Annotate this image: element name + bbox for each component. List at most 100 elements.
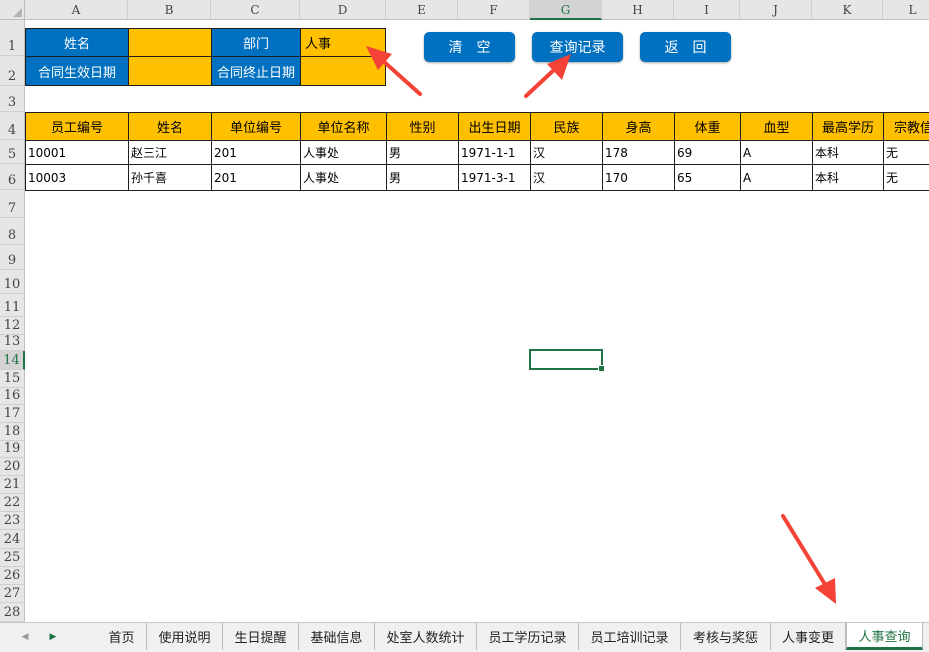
row-header-7[interactable]: 7 [0, 190, 25, 218]
triangle-right-icon[interactable]: ▶ [44, 627, 62, 647]
row-header-11[interactable]: 11 [0, 294, 25, 317]
sheet-tab-6[interactable]: 员工学历记录 [477, 623, 579, 650]
table-header-cell: 血型 [740, 112, 813, 141]
sheet-tab-9[interactable]: 人事变更 [771, 623, 846, 650]
table-cell[interactable]: 1971-1-1 [458, 140, 531, 165]
spreadsheet-grid: ABCDEFGHIJKL 1 2 3 4 5 6 7 8 9 10 11 12 13 14 15 16 17 18… [0, 0, 929, 622]
column-header-D[interactable]: D [300, 0, 386, 20]
sheet-tab-5[interactable]: 处室人数统计 [375, 623, 477, 650]
column-header-K[interactable]: K [812, 0, 883, 20]
table-cell[interactable]: A [740, 140, 813, 165]
row-header-13[interactable]: 13 [0, 334, 25, 351]
table-cell[interactable]: 65 [674, 164, 741, 191]
row-header-22[interactable]: 22 [0, 494, 25, 512]
table-cell[interactable]: 男 [386, 164, 459, 191]
column-header-H[interactable]: H [602, 0, 674, 20]
row-header-23[interactable]: 23 [0, 512, 25, 530]
name-label: 姓名 [25, 28, 129, 57]
row-header-24[interactable]: 24 [0, 530, 25, 549]
back-button[interactable]: 返 回 [640, 32, 731, 62]
table-header-cell: 姓名 [128, 112, 212, 141]
select-all-corner[interactable] [0, 0, 25, 20]
clear-button[interactable]: 清 空 [424, 32, 515, 62]
column-header-G[interactable]: G [530, 0, 602, 20]
sheet-tab-2[interactable]: 使用说明 [147, 623, 223, 650]
row-header-26[interactable]: 26 [0, 567, 25, 585]
table-cell[interactable]: 人事处 [300, 140, 387, 165]
table-cell[interactable]: 1971-3-1 [458, 164, 531, 191]
row-header-12[interactable]: 12 [0, 317, 25, 335]
row-header-21[interactable]: 21 [0, 476, 25, 494]
column-header-C[interactable]: C [211, 0, 300, 20]
table-header-cell: 单位名称 [300, 112, 387, 141]
sheet-tab-1[interactable]: 首页 [97, 623, 147, 650]
table-cell[interactable]: 170 [602, 164, 675, 191]
sheet-tab-10[interactable]: 人事查询 [846, 623, 923, 650]
triangle-left-icon[interactable]: ◀ [16, 627, 34, 647]
table-cell[interactable]: 69 [674, 140, 741, 165]
row-header-3[interactable]: 3 [0, 86, 25, 112]
row-header-16[interactable]: 16 [0, 388, 25, 405]
table-cell[interactable]: 汉 [530, 140, 603, 165]
name-input[interactable] [128, 28, 212, 57]
column-header-I[interactable]: I [674, 0, 740, 20]
table-cell[interactable]: 本科 [812, 140, 884, 165]
row-header-4[interactable]: 4 [0, 112, 25, 140]
table-cell[interactable]: 汉 [530, 164, 603, 191]
column-header-A[interactable]: A [25, 0, 128, 20]
table-cell[interactable]: 10001 [25, 140, 129, 165]
table-cell[interactable]: A [740, 164, 813, 191]
table-cell[interactable]: 无 [883, 140, 929, 165]
table-cell[interactable]: 赵三江 [128, 140, 212, 165]
contract-start-input[interactable] [128, 56, 212, 86]
table-header-cell: 员工编号 [25, 112, 129, 141]
table-cell[interactable]: 无 [883, 164, 929, 191]
row-header-1[interactable]: 1 [0, 20, 25, 56]
row-header-14[interactable]: 14 [0, 351, 25, 370]
table-cell[interactable]: 本科 [812, 164, 884, 191]
row-header-15[interactable]: 15 [0, 370, 25, 388]
row-header-18[interactable]: 18 [0, 423, 25, 441]
column-header-J[interactable]: J [740, 0, 812, 20]
contract-start-label: 合同生效日期 [25, 56, 129, 86]
sheet-tab-7[interactable]: 员工培训记录 [579, 623, 681, 650]
dept-input[interactable]: 人事 [300, 28, 386, 57]
column-header-F[interactable]: F [458, 0, 530, 20]
row-header-28[interactable]: 28 [0, 603, 25, 622]
sheet-tab-3[interactable]: 生日提醒 [223, 623, 299, 650]
row-header-20[interactable]: 20 [0, 458, 25, 476]
column-header-E[interactable]: E [386, 0, 458, 20]
table-header-cell: 最高学历 [812, 112, 884, 141]
table-cell[interactable]: 男 [386, 140, 459, 165]
table-header-cell: 单位编号 [211, 112, 301, 141]
row-header-17[interactable]: 17 [0, 405, 25, 423]
active-cell-selection[interactable] [529, 349, 605, 372]
contract-end-label: 合同终止日期 [211, 56, 301, 86]
table-cell[interactable]: 孙千喜 [128, 164, 212, 191]
row-header-27[interactable]: 27 [0, 585, 25, 603]
table-header-cell: 身高 [602, 112, 675, 141]
table-cell[interactable]: 人事处 [300, 164, 387, 191]
row-header-2[interactable]: 2 [0, 56, 25, 86]
query-records-button[interactable]: 查询记录 [532, 32, 623, 62]
row-header-5[interactable]: 5 [0, 140, 25, 164]
row-header-8[interactable]: 8 [0, 218, 25, 245]
row-header-10[interactable]: 10 [0, 270, 25, 294]
row-header-19[interactable]: 19 [0, 441, 25, 458]
sheet-tab-bar: ◀ ▶ 首页 使用说明 生日提醒 基础信息 处室人数统计 员工学历记录 员工培训记录 考核与奖… [0, 622, 929, 652]
fill-handle[interactable] [598, 365, 605, 372]
table-cell[interactable]: 10003 [25, 164, 129, 191]
table-cell[interactable]: 201 [211, 164, 301, 191]
sheet-tab-4[interactable]: 基础信息 [299, 623, 375, 650]
row-header-25[interactable]: 25 [0, 549, 25, 567]
column-header-L[interactable]: L [883, 0, 929, 20]
column-header-B[interactable]: B [128, 0, 211, 20]
sheet-tab-8[interactable]: 考核与奖惩 [681, 623, 771, 650]
select-all-triangle-icon [13, 8, 22, 17]
table-cell[interactable]: 201 [211, 140, 301, 165]
contract-end-input[interactable] [300, 56, 386, 86]
dept-label: 部门 [211, 28, 301, 57]
row-header-6[interactable]: 6 [0, 164, 25, 190]
table-cell[interactable]: 178 [602, 140, 675, 165]
row-header-9[interactable]: 9 [0, 245, 25, 270]
